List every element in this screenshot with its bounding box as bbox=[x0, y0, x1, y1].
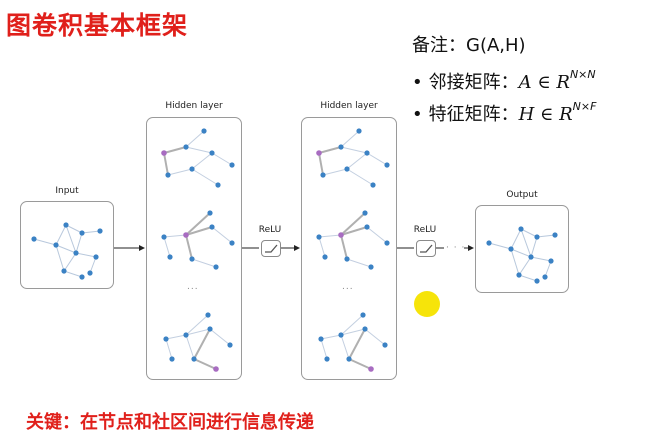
key-point-footer: 关键：在节点和社区间进行信息传递 bbox=[26, 412, 314, 433]
hidden-layer-1-graphs bbox=[161, 128, 235, 372]
input-graph bbox=[31, 222, 103, 280]
output-graph bbox=[486, 226, 558, 284]
hidden-layer-2-graphs bbox=[316, 128, 390, 372]
highlight-dot bbox=[414, 291, 440, 317]
